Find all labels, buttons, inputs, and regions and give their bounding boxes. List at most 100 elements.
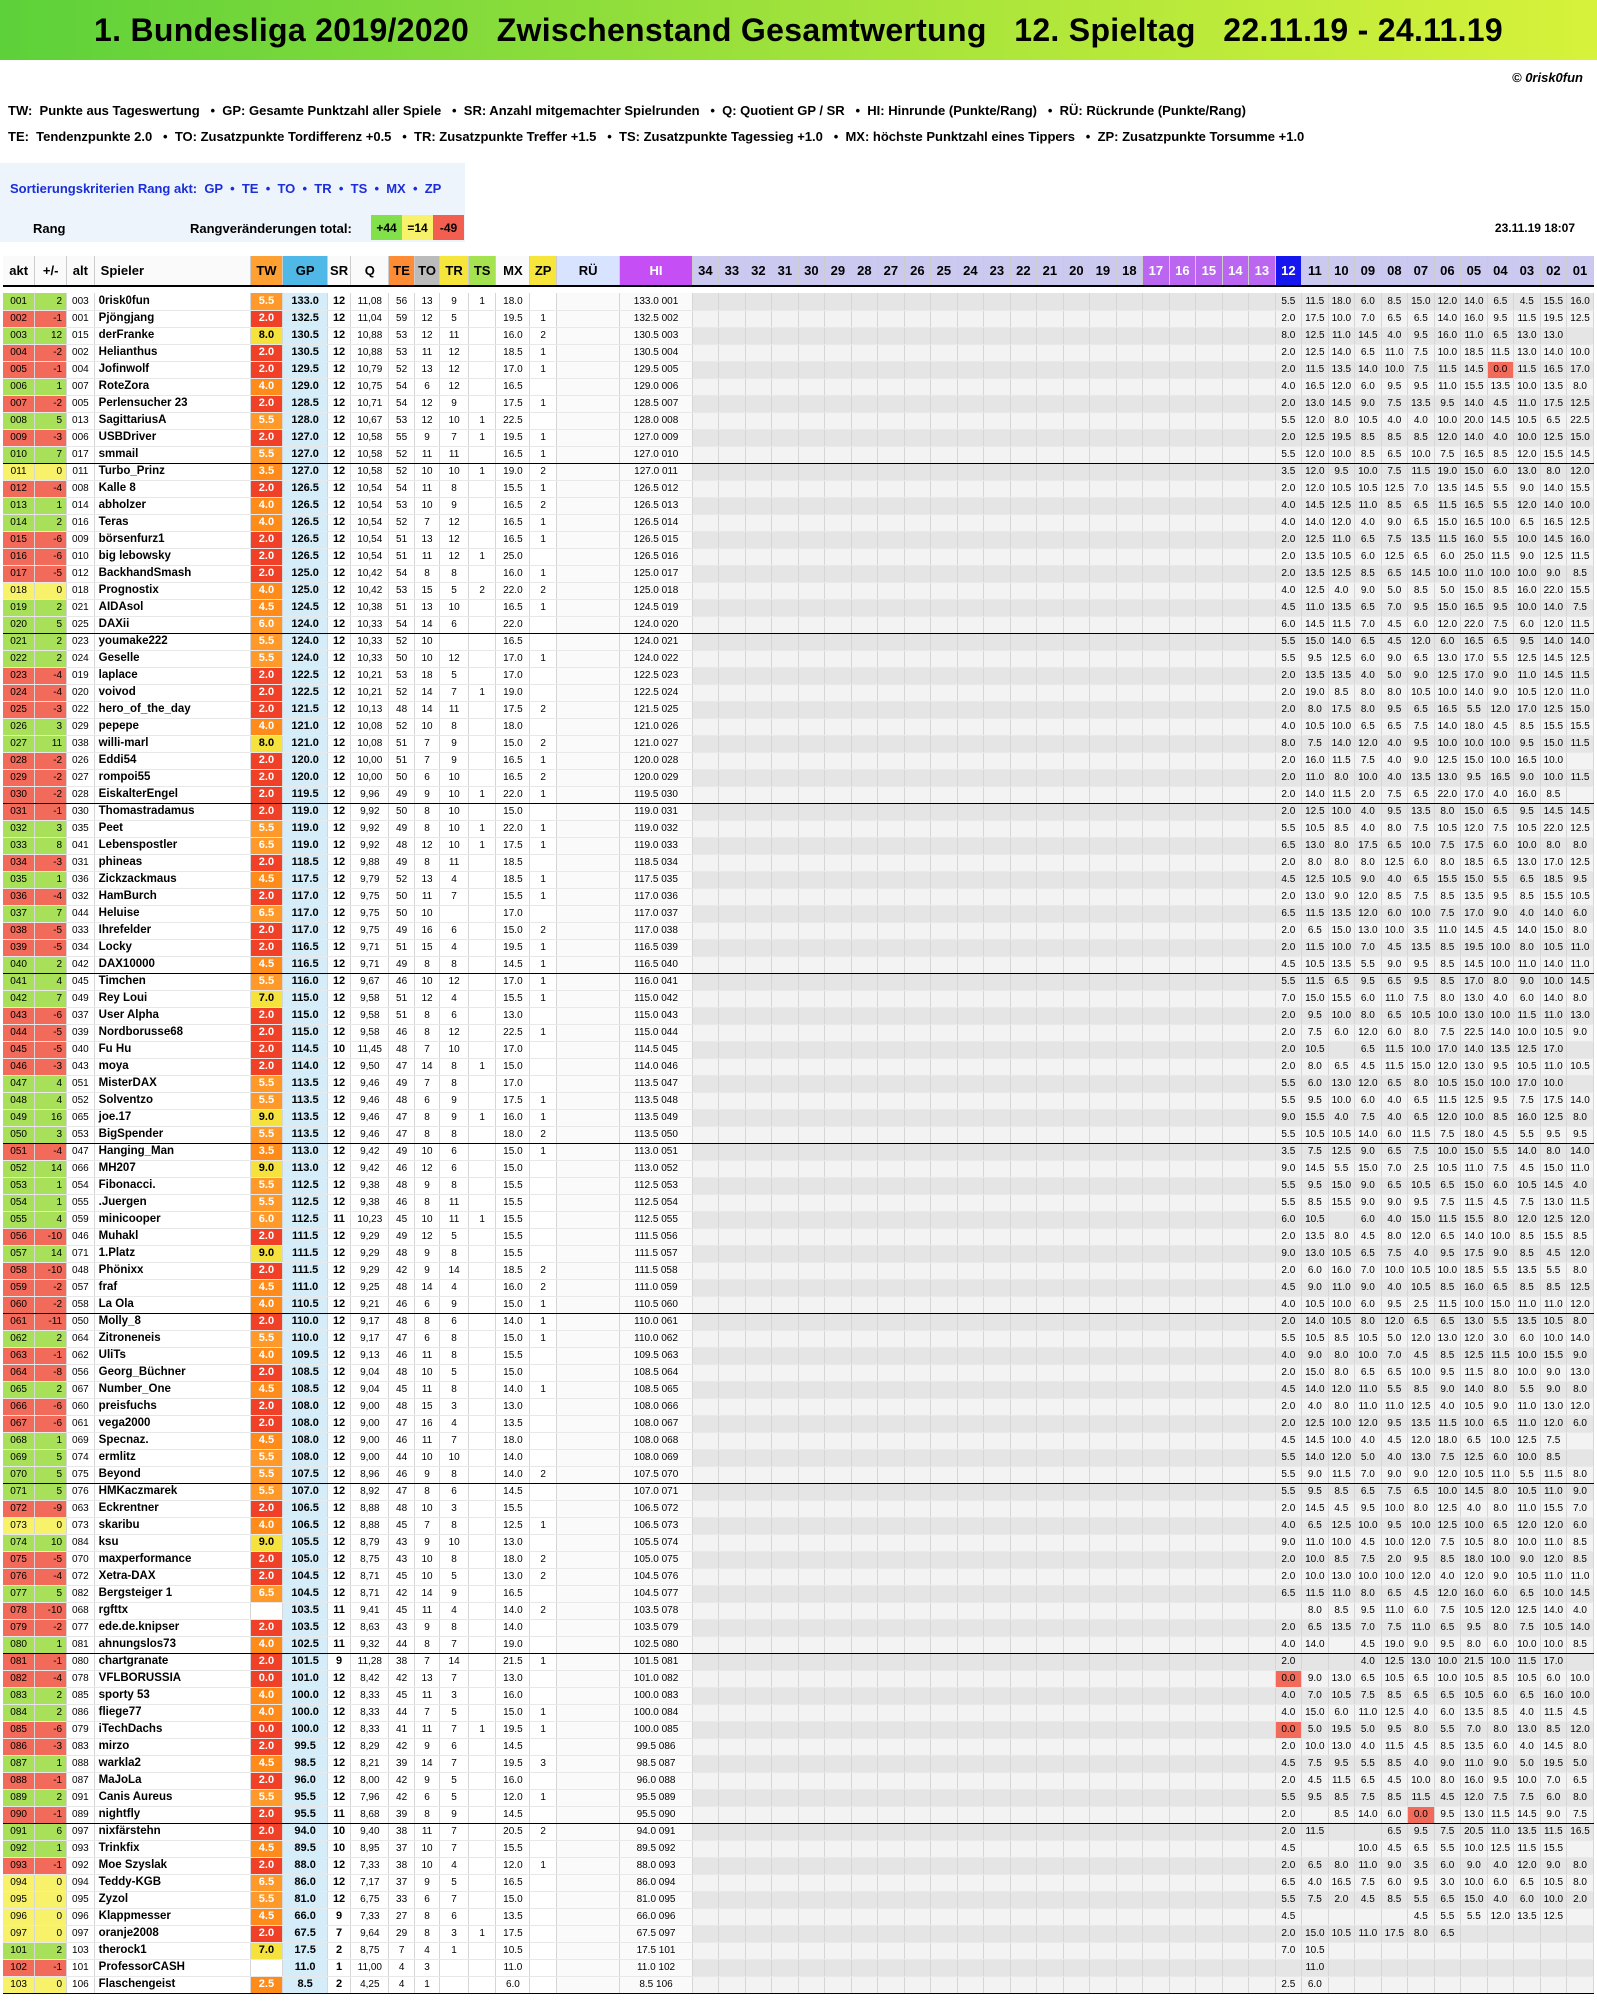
table-row[interactable]: 016 -6 010 big lebowsky 2.0 126.5 12 10,54 51 11 1… [3,548,1594,566]
table-row[interactable]: 079 -2 077 ede.de.knipser 2.0 103.5 12 8,63 43 9 8… [3,1619,1594,1637]
table-row[interactable]: 096 0 096 Klappmesser 4.5 66.0 9 7,33 27 8 6 13.5 66… [3,1908,1594,1926]
table-row[interactable]: 012 -4 008 Kalle 8 2.0 126.5 12 10,54 54 11 8 15.5 1… [3,480,1594,498]
table-row[interactable]: 004 -2 002 Helianthus 2.0 130.5 12 10,88 53 11 12 1… [3,344,1594,362]
table-row[interactable]: 052 14 066 MH207 9.0 113.0 12 9,42 46 12 6 15.0 113.… [3,1160,1594,1178]
table-row[interactable]: 040 2 042 DAX10000 4.5 116.5 12 9,71 49 8 8 14.5 1 11… [3,956,1594,974]
table-row[interactable]: 086 -3 083 mirzo 2.0 99.5 12 8,29 42 9 6 14.5 99.5 0… [3,1738,1594,1756]
table-row[interactable]: 065 2 067 Number_One 4.5 108.5 12 9,04 45 11 8 14.0… [3,1381,1594,1399]
table-row[interactable]: 029 -2 027 rompoi55 2.0 120.0 12 10,00 50 6 10 16.5… [3,769,1594,787]
table-row[interactable]: 067 -6 061 vega2000 2.0 108.0 12 9,00 47 16 4 13.5 1… [3,1415,1594,1433]
table-row[interactable]: 074 10 084 ksu 9.0 105.5 12 8,79 43 9 10 13.0 105.5 … [3,1534,1594,1552]
table-row[interactable]: 061 -11 050 Molly_8 2.0 110.0 12 9,17 48 8 6 14.0 1 1… [3,1313,1594,1331]
table-row[interactable]: 066 -6 060 preisfuchs 2.0 108.0 12 9,00 48 15 3 13.… [3,1398,1594,1416]
table-row[interactable]: 053 1 054 Fibonacci. 5.5 112.5 12 9,38 48 9 8 15.5 1… [3,1177,1594,1195]
table-row[interactable]: 013 1 014 abholzer 4.0 126.5 12 10,54 53 10 9 16.5 2… [3,497,1594,515]
table-row[interactable]: 088 -1 087 MaJoLa 2.0 96.0 12 8,00 42 9 5 16.0 96.0 … [3,1772,1594,1790]
table-row[interactable]: 091 6 097 nixfärstehn 2.0 94.0 10 9,40 38 11 7 20.5… [3,1823,1594,1841]
table-row[interactable]: 005 -1 004 Jofinwolf 2.0 129.5 12 10,79 52 13 12 17… [3,361,1594,379]
table-row[interactable]: 059 -2 057 fraf 4.5 111.0 12 9,25 48 14 4 16.0 2 111.… [3,1279,1594,1297]
table-row[interactable]: 082 -4 078 VFLBORUSSIA 0.0 101.0 12 8,42 42 13 7 13… [3,1670,1594,1688]
table-row[interactable]: 028 -2 026 Eddi54 2.0 120.0 12 10,00 51 7 9 16.5 1 12… [3,752,1594,770]
table-row[interactable]: 048 4 052 Solventzo 5.5 113.5 12 9,46 48 6 9 17.5 1 1… [3,1092,1594,1110]
table-row[interactable]: 006 1 007 RoteZora 4.0 129.0 12 10,75 54 6 12 16.5 1… [3,378,1594,396]
table-row[interactable]: 077 5 082 Bergsteiger 1 6.5 104.5 12 8,71 42 14 9 1… [3,1585,1594,1603]
table-row[interactable]: 047 4 051 MisterDAX 5.5 113.5 12 9,46 49 7 8 17.0 11… [3,1075,1594,1093]
table-row[interactable]: 045 -5 040 Fu Hu 2.0 114.5 10 11,45 48 7 10 17.0 114… [3,1041,1594,1059]
table-row[interactable]: 070 5 075 Beyond 5.5 107.5 12 8,96 46 9 8 14.0 2 107.… [3,1466,1594,1484]
table-row[interactable]: 085 -6 079 iTechDachs 0.0 100.0 12 8,33 41 11 7 1 19… [3,1721,1594,1739]
table-row[interactable]: 055 4 059 minicooper 6.0 112.5 11 10,23 45 10 11 1 1… [3,1211,1594,1229]
table-row[interactable]: 097 0 097 oranje2008 2.0 67.5 7 9,64 29 8 3 1 17.5 67… [3,1925,1594,1943]
table-row[interactable]: 054 1 055 .Juergen 5.5 112.5 12 9,38 46 8 11 15.5 11… [3,1194,1594,1212]
table-row[interactable]: 014 2 016 Teras 4.0 126.5 12 10,54 52 7 12 16.5 1 126… [3,514,1594,532]
table-row[interactable]: 015 -6 009 börsenfurz1 2.0 126.5 12 10,54 51 13 12… [3,531,1594,549]
table-row[interactable]: 080 1 081 ahnungslos73 4.0 102.5 11 9,32 44 8 7 19.… [3,1636,1594,1654]
table-row[interactable]: 081 -1 080 chartgranate 2.0 101.5 9 11,28 38 7 14 2… [3,1653,1594,1671]
table-row[interactable]: 038 -5 033 Ihrefelder 2.0 117.0 12 9,75 49 16 6 15.… [3,922,1594,940]
table-row[interactable]: 010 7 017 smmail 5.5 127.0 12 10,58 52 11 11 16.5 1 1… [3,446,1594,464]
table-row[interactable]: 046 -3 043 moya 2.0 114.0 12 9,50 47 14 8 1 15.0 114.… [3,1058,1594,1076]
table-row[interactable]: 031 -1 030 Thomastradamus 2.0 119.0 12 9,92 50 8 1… [3,803,1594,821]
table-row[interactable]: 021 2 023 youmake222 5.5 124.0 12 10,33 52 10 16.5… [3,633,1594,651]
table-row[interactable]: 002 -1 001 Pjöngjang 2.0 132.5 12 11,04 59 12 5 19.… [3,310,1594,328]
table-row[interactable]: 024 -4 020 voivod 2.0 122.5 12 10,21 52 14 7 1 19.0 1… [3,684,1594,702]
table-row[interactable]: 090 -1 089 nightfly 2.0 95.5 11 8,68 39 8 9 14.5 95.… [3,1806,1594,1824]
table-row[interactable]: 093 -1 092 Moe Szyslak 2.0 88.0 12 7,33 38 10 4 12.… [3,1857,1594,1875]
table-row[interactable]: 049 16 065 joe.17 9.0 113.5 12 9,46 47 8 9 1 16.0 1 11… [3,1109,1594,1127]
table-row[interactable]: 043 -6 037 User Alpha 2.0 115.0 12 9,58 51 8 6 13.0… [3,1007,1594,1025]
table-row[interactable]: 064 -8 056 Georg_Büchner 2.0 108.5 12 9,04 48 10 5… [3,1364,1594,1382]
table-row[interactable]: 094 0 094 Teddy-KGB 6.5 86.0 12 7,17 37 9 5 16.5 86.… [3,1874,1594,1892]
table-row[interactable]: 041 4 045 Timchen 5.5 116.0 12 9,67 46 10 12 17.0 1 1… [3,973,1594,991]
table-row[interactable]: 063 -1 062 UliTs 4.0 109.5 12 9,13 46 11 8 15.5 109.… [3,1347,1594,1365]
table-row[interactable]: 011 0 011 Turbo_Prinz 3.5 127.0 12 10,58 52 10 10 1… [3,463,1594,481]
table-row[interactable]: 017 -5 012 BackhandSmash 2.0 125.0 12 10,42 54 8 8… [3,565,1594,583]
table-row[interactable]: 042 7 049 Rey Loui 7.0 115.0 12 9,58 51 12 4 15.5 1 1… [3,990,1594,1008]
table-row[interactable]: 056 -10 046 Muhakl 2.0 111.5 12 9,29 49 12 5 15.5 11… [3,1228,1594,1246]
table-row[interactable]: 069 5 074 ermlitz 5.5 108.0 12 9,00 44 10 10 14.0 10… [3,1449,1594,1467]
table-row[interactable]: 073 0 073 skaribu 4.0 106.5 12 8,88 45 7 8 12.5 1 106… [3,1517,1594,1535]
table-row[interactable]: 032 3 035 Peet 5.5 119.0 12 9,92 49 8 10 1 22.0 1 119.… [3,820,1594,838]
table-row[interactable]: 072 -9 063 Eckrentner 2.0 106.5 12 8,88 48 10 3 15.… [3,1500,1594,1518]
table-row[interactable]: 050 3 053 BigSpender 5.5 113.5 12 9,46 47 8 8 18.0 2… [3,1126,1594,1144]
table-row[interactable]: 026 3 029 pepepe 4.0 121.0 12 10,08 52 10 8 18.0 121… [3,718,1594,736]
table-row[interactable]: 058 -10 048 Phönixx 2.0 111.5 12 9,29 42 9 14 18.5 2… [3,1262,1594,1280]
table-row[interactable]: 075 -5 070 maxperformance 2.0 105.0 12 8,75 43 10… [3,1551,1594,1569]
table-row[interactable]: 034 -3 031 phineas 2.0 118.5 12 9,88 49 8 11 18.5 11… [3,854,1594,872]
table-row[interactable]: 003 12 015 derFranke 8.0 130.5 12 10,88 53 12 11 16… [3,327,1594,345]
table-row[interactable]: 078 -10 068 rgfttx 103.5 11 9,41 45 11 4 14.0 2 103.… [3,1602,1594,1620]
table-row[interactable]: 071 5 076 HMKaczmarek 5.5 107.0 12 8,92 47 8 6 14.5… [3,1483,1594,1501]
table-row[interactable]: 092 1 093 Trinkfix 4.5 89.5 10 8,95 37 10 7 15.5 89.… [3,1840,1594,1858]
table-row[interactable]: 023 -4 019 laplace 2.0 122.5 12 10,21 53 18 5 17.0 1… [3,667,1594,685]
table-row[interactable]: 037 7 044 Heluise 6.5 117.0 12 9,75 50 10 17.0 117.… [3,905,1594,923]
round-score: 22.0 [1460,616,1488,634]
table-row[interactable]: 095 0 095 Zyzol 5.5 81.0 12 6,75 33 6 7 15.0 81.0 09… [3,1891,1594,1909]
table-row[interactable]: 068 1 069 Specnaz. 4.5 108.0 12 9,00 46 11 7 18.0 10… [3,1432,1594,1450]
table-row[interactable]: 022 2 024 Geselle 5.5 124.0 12 10,33 50 10 12 17.0 1… [3,650,1594,668]
table-row[interactable]: 039 -5 034 Locky 2.0 116.5 12 9,71 51 15 4 19.5 1 116… [3,939,1594,957]
table-row[interactable]: 062 2 064 Zitroneneis 5.5 110.0 12 9,17 47 6 8 15.0… [3,1330,1594,1348]
table-row[interactable]: 087 1 088 warkla2 4.5 98.5 12 8,21 39 14 7 19.5 3 98.… [3,1755,1594,1773]
table-row[interactable]: 009 -3 006 USBDriver 2.0 127.0 12 10,58 55 9 7 1 19.… [3,429,1594,447]
table-row[interactable]: 001 2 003 0risk0fun 5.5 133.0 12 11,08 56 13 9 1 18.… [3,293,1594,311]
table-row[interactable]: 060 -2 058 La Ola 4.0 110.5 12 9,21 46 6 9 15.0 1 110… [3,1296,1594,1314]
table-row[interactable]: 033 8 041 Lebenspostler 6.5 119.0 12 9,92 48 12 10… [3,837,1594,855]
table-row[interactable]: 008 5 013 SagittariusA 5.5 128.0 12 10,67 53 12 10… [3,412,1594,430]
table-row[interactable]: 083 2 085 sporty 53 4.0 100.0 12 8,33 45 11 3 16.0 1… [3,1687,1594,1705]
table-row[interactable]: 051 -4 047 Hanging_Man 3.5 113.0 12 9,42 49 10 6 15… [3,1143,1594,1161]
table-row[interactable]: 076 -4 072 Xetra-DAX 2.0 104.5 12 8,71 45 10 5 13.0… [3,1568,1594,1586]
table-row[interactable]: 019 2 021 AIDAsol 4.5 124.5 12 10,38 51 13 10 16.5 1… [3,599,1594,617]
round-cell [745,565,773,583]
table-row[interactable]: 007 -2 005 Perlensucher 23 2.0 128.5 12 10,71 54… [3,395,1594,413]
table-row[interactable]: 035 1 036 Zickzackmaus 4.5 117.5 12 9,79 52 13 4 18… [3,871,1594,889]
table-row[interactable]: 027 11 038 willi-marl 8.0 121.0 12 10,08 51 7 9 15.… [3,735,1594,753]
table-row[interactable]: 057 14 071 1.Platz 9.0 111.5 12 9,29 48 9 8 15.5 111… [3,1245,1594,1263]
table-row[interactable]: 025 -3 022 hero_of_the_day 2.0 121.5 12 10,13 48… [3,701,1594,719]
table-row[interactable]: 044 -5 039 Nordborusse68 2.0 115.0 12 9,58 46 8 12… [3,1024,1594,1042]
table-row[interactable]: 018 0 018 Prognostix 4.0 125.0 12 10,42 53 15 5 2 22… [3,582,1594,600]
table-row[interactable]: 030 -2 028 EiskalterEngel 2.0 119.5 12 9,96 49 9 1… [3,786,1594,804]
table-row[interactable]: 084 2 086 fliege77 4.0 100.0 12 8,33 44 7 5 15.0 1 10… [3,1704,1594,1722]
table-row[interactable]: 036 -4 032 HamBurch 2.0 117.0 12 9,75 50 11 7 15.5 1… [3,888,1594,906]
round-score: 9.0 [1513,769,1541,787]
table-row[interactable]: 089 2 091 Canis Aureus 5.5 95.5 12 7,96 42 6 5 12.0… [3,1789,1594,1807]
table-row[interactable]: 020 5 025 DAXii 6.0 124.0 12 10,33 54 14 6 22.0 124.… [3,616,1594,634]
